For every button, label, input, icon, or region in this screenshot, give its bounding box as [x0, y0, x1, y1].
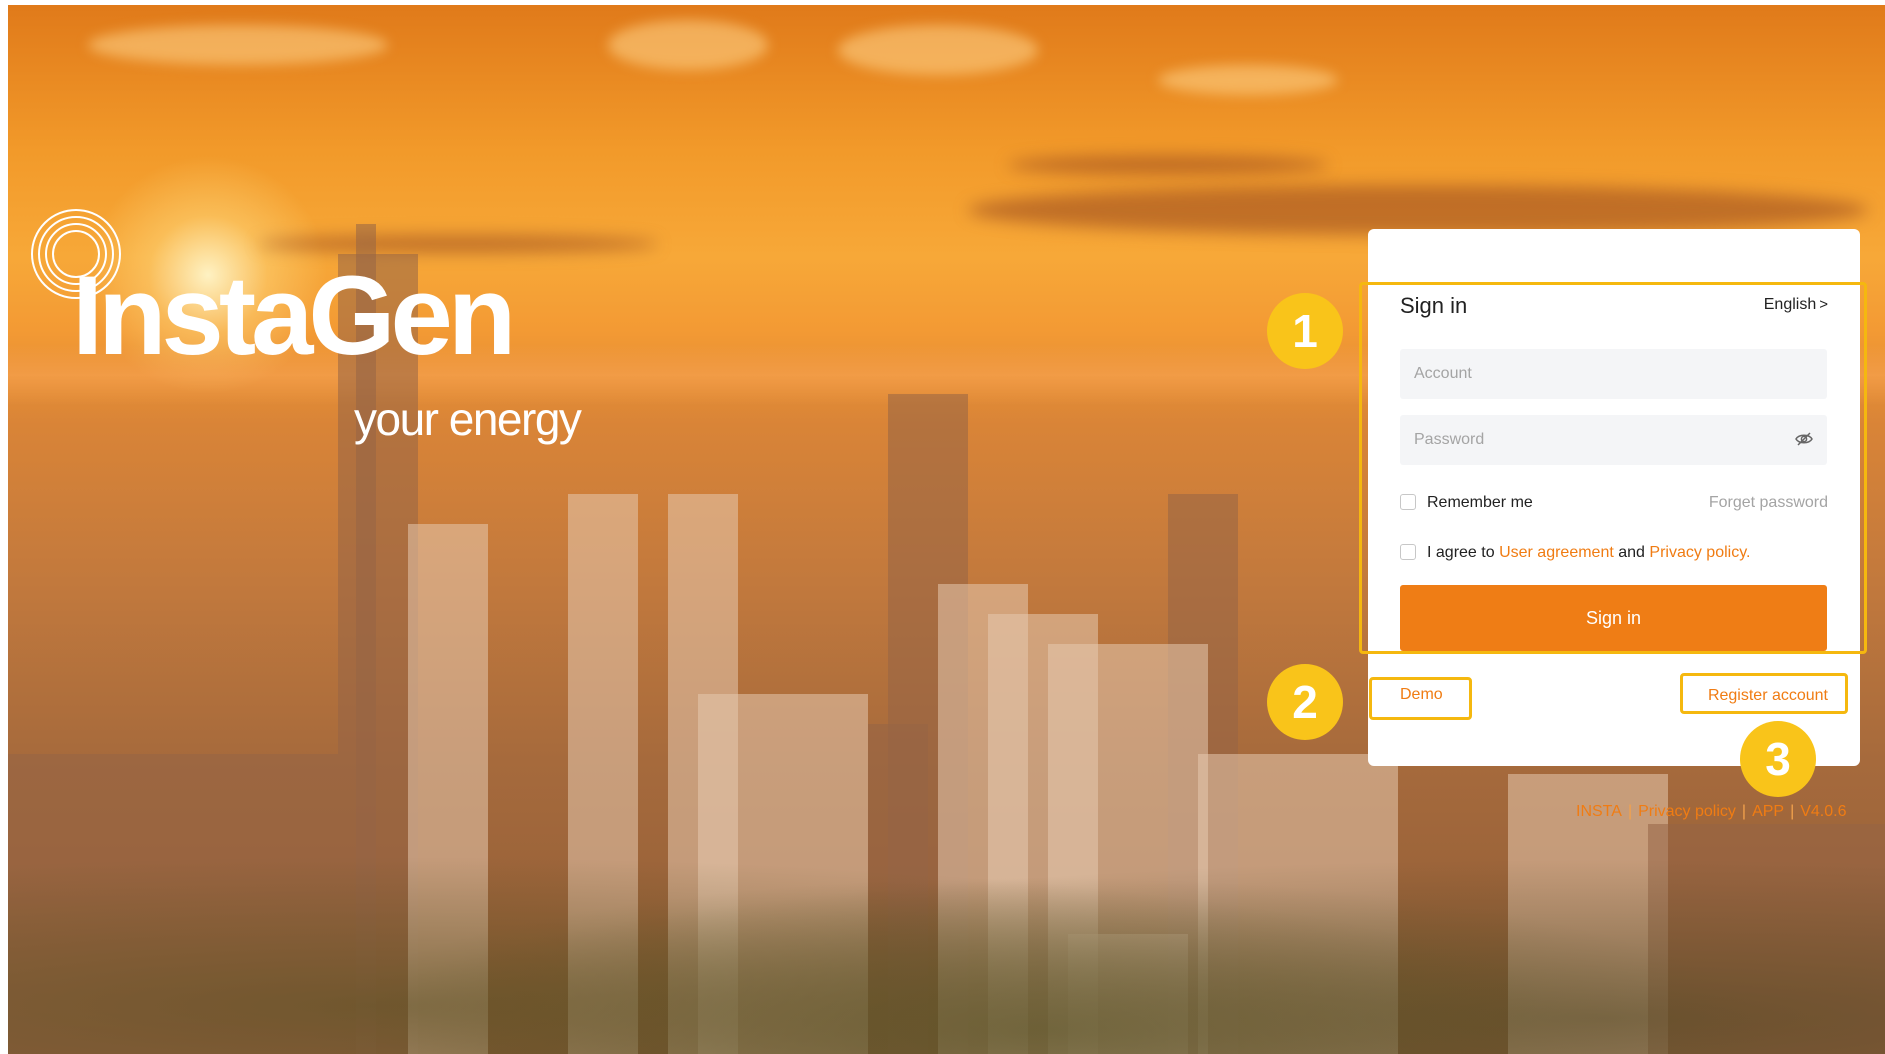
annotation-box-register: [1680, 673, 1848, 714]
annotation-badge-3: 3: [1740, 721, 1816, 797]
footer-privacy-link[interactable]: Privacy policy: [1638, 803, 1736, 820]
footer-app-link[interactable]: APP: [1752, 803, 1784, 820]
footer-version: V4.0.6: [1800, 803, 1847, 820]
brand-name: InstaGen: [72, 253, 516, 378]
footer-insta-link[interactable]: INSTA: [1576, 803, 1622, 820]
annotation-box-login-form: [1359, 282, 1867, 654]
brand-tagline: your energy: [354, 393, 582, 445]
footer-links: INSTA | Privacy policy | APP | V4.0.6: [1576, 803, 1847, 820]
annotation-badge-2: 2: [1267, 664, 1343, 740]
annotation-box-demo: [1369, 677, 1472, 720]
annotation-badge-1: 1: [1267, 293, 1343, 369]
